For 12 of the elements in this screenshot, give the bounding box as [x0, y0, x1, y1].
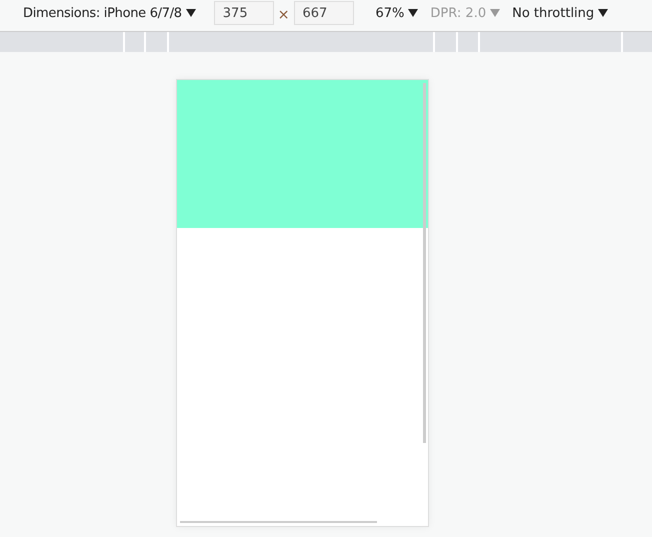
caret-icon [186, 9, 196, 17]
horizontal-scrollbar[interactable] [180, 521, 377, 523]
caret-icon [598, 9, 608, 17]
device-dropdown[interactable]: Dimensions: iPhone 6/7/8 [23, 6, 196, 20]
caret-icon [490, 9, 500, 17]
vertical-scrollbar[interactable] [423, 83, 426, 443]
throttling-dropdown[interactable]: No throttling [512, 6, 608, 20]
height-field[interactable]: 667 [294, 1, 354, 25]
width-field[interactable]: 375 [214, 1, 274, 25]
caret-icon [408, 9, 418, 17]
times-sign: × [278, 7, 290, 23]
zoom-dropdown[interactable]: 67% [376, 6, 418, 20]
